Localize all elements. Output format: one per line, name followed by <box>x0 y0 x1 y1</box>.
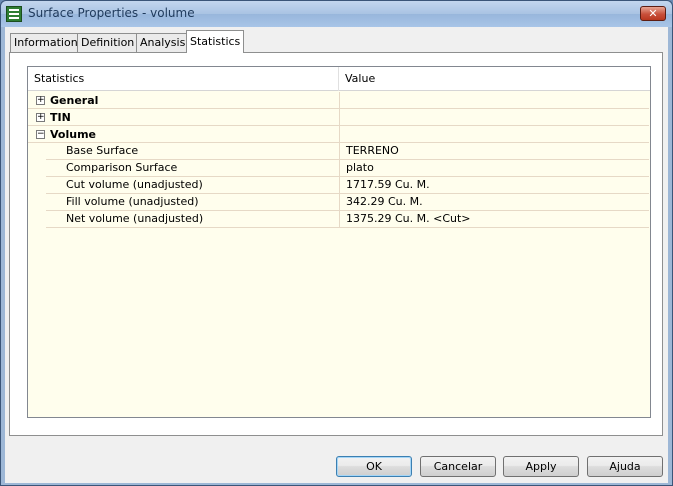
property-name: Fill volume (unadjusted) <box>46 194 339 211</box>
collapse-icon[interactable]: − <box>36 130 45 139</box>
group-label-general: General <box>50 94 99 107</box>
tab-statistics[interactable]: Statistics <box>186 30 245 53</box>
help-button[interactable]: Ajuda <box>587 456 663 477</box>
property-name: Net volume (unadjusted) <box>46 211 339 228</box>
property-value[interactable]: 342.29 Cu. M. <box>339 194 649 211</box>
cancel-button[interactable]: Cancelar <box>420 456 496 477</box>
property-value[interactable]: TERRENO <box>339 143 649 160</box>
group-tin-value <box>339 109 649 126</box>
group-tin-cell: + TIN <box>28 109 339 126</box>
header-value[interactable]: Value <box>345 72 375 85</box>
group-label-tin: TIN <box>50 111 71 124</box>
expand-icon[interactable]: + <box>36 96 45 105</box>
ok-button[interactable]: OK <box>336 456 412 477</box>
apply-button[interactable]: Apply <box>503 456 579 477</box>
group-row-tin[interactable]: + TIN <box>28 109 650 126</box>
title-bar[interactable]: Surface Properties - volume ✕ <box>1 1 672 27</box>
surface-app-icon <box>6 6 22 22</box>
property-name: Comparison Surface <box>46 160 339 177</box>
property-value[interactable]: plato <box>339 160 649 177</box>
property-row[interactable]: Base Surface TERRENO <box>28 143 650 160</box>
property-row[interactable]: Comparison Surface plato <box>28 160 650 177</box>
tab-analysis[interactable]: Analysis <box>136 33 190 52</box>
header-statistics[interactable]: Statistics <box>34 72 84 85</box>
property-row[interactable]: Fill volume (unadjusted) 342.29 Cu. M. <box>28 194 650 211</box>
property-value[interactable]: 1375.29 Cu. M. <Cut> <box>339 211 649 228</box>
header-divider[interactable] <box>338 67 339 91</box>
property-row[interactable]: Cut volume (unadjusted) 1717.59 Cu. M. <box>28 177 650 194</box>
group-volume-cell: − Volume <box>28 126 339 143</box>
dialog-window: Surface Properties - volume ✕ Informatio… <box>0 0 673 486</box>
group-volume-value <box>339 126 649 143</box>
tab-information[interactable]: Information <box>10 33 82 52</box>
tab-definition[interactable]: Definition <box>77 33 139 52</box>
property-name: Base Surface <box>46 143 339 160</box>
window-title: Surface Properties - volume <box>28 6 195 20</box>
group-general-value <box>339 92 649 109</box>
group-label-volume: Volume <box>50 128 96 141</box>
property-value[interactable]: 1717.59 Cu. M. <box>339 177 649 194</box>
property-row[interactable]: Net volume (unadjusted) 1375.29 Cu. M. <… <box>28 211 650 228</box>
expand-icon[interactable]: + <box>36 113 45 122</box>
close-icon[interactable]: ✕ <box>640 6 666 21</box>
group-row-volume[interactable]: − Volume <box>28 126 650 143</box>
statistics-panel: Statistics Value + General + TIN − Volum… <box>9 52 663 436</box>
property-name: Cut volume (unadjusted) <box>46 177 339 194</box>
statistics-grid: Statistics Value + General + TIN − Volum… <box>27 66 651 418</box>
dialog-client-area: Information Definition Analysis Statisti… <box>5 27 668 483</box>
grid-header: Statistics Value <box>28 67 650 91</box>
group-general-cell: + General <box>28 92 339 109</box>
group-row-general[interactable]: + General <box>28 92 650 109</box>
